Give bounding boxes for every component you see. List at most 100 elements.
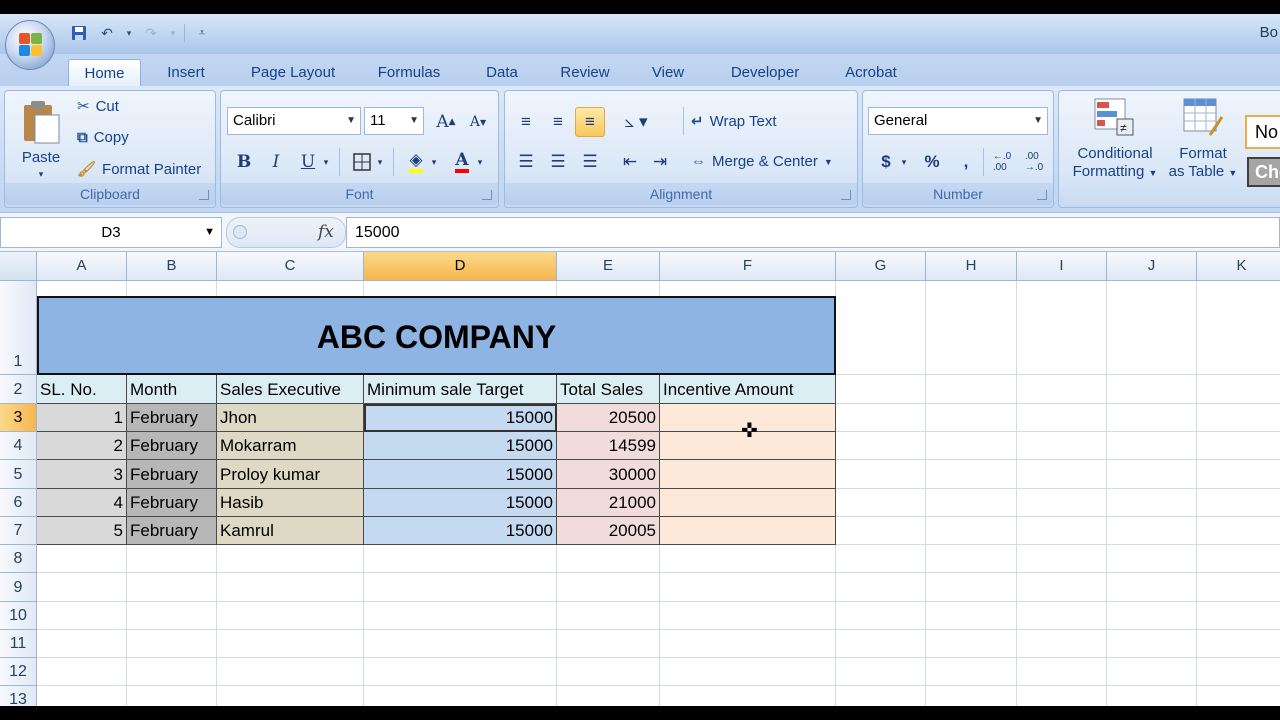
data-cell[interactable]: 20500	[557, 404, 660, 432]
column-header-g[interactable]: G	[836, 252, 926, 281]
data-cell[interactable]: 14599	[557, 432, 660, 460]
align-center-button[interactable]: ☰	[543, 147, 573, 177]
header-cell[interactable]: Minimum sale Target	[364, 375, 557, 404]
data-cell[interactable]: Hasib	[217, 489, 364, 517]
number-format-select[interactable]: General ▼	[868, 107, 1048, 135]
column-header-b[interactable]: B	[127, 252, 217, 281]
bold-button[interactable]: B	[229, 147, 259, 177]
data-cell[interactable]: February	[127, 404, 217, 432]
column-header-j[interactable]: J	[1107, 252, 1197, 281]
alignment-launcher-icon[interactable]	[841, 190, 851, 200]
merge-center-button[interactable]: ⇔ Merge & Center ▼	[691, 153, 833, 170]
style-check-cell[interactable]: Che	[1247, 157, 1280, 187]
row-header-5[interactable]: 5	[0, 460, 37, 489]
data-cell[interactable]: 1	[37, 404, 127, 432]
data-cell[interactable]: February	[127, 517, 217, 545]
row-header-4[interactable]: 4	[0, 432, 37, 460]
worksheet-grid[interactable]: ABCDEFGHIJK 1 2 3 4 5 6 7 8 9 10 11 12 13 ABC COMPAN…	[0, 252, 1280, 706]
shrink-font-button[interactable]: A ▼	[463, 107, 493, 137]
format-as-table-button[interactable]: Format as Table ▼	[1165, 97, 1241, 187]
data-cell[interactable]: 15000	[364, 460, 557, 489]
row-header-9[interactable]: 9	[0, 573, 37, 602]
increase-decimal-button[interactable]: ←.0.00	[987, 147, 1017, 177]
office-button[interactable]	[5, 20, 55, 70]
grow-font-button[interactable]: A ▲	[431, 107, 461, 137]
font-color-dropdown-icon[interactable]: ▾	[473, 147, 487, 177]
data-cell[interactable]: Mokarram	[217, 432, 364, 460]
data-cell[interactable]: 15000	[364, 432, 557, 460]
align-top-button[interactable]: ≡	[511, 107, 541, 137]
data-cell[interactable]: February	[127, 489, 217, 517]
row-header-7[interactable]: 7	[0, 517, 37, 545]
column-header-k[interactable]: K	[1197, 252, 1280, 281]
customize-qat-icon[interactable]: ⩡	[191, 22, 213, 44]
save-icon[interactable]	[68, 22, 90, 44]
tab-home[interactable]: Home	[68, 59, 141, 86]
clipboard-launcher-icon[interactable]	[199, 190, 209, 200]
formula-input[interactable]: 15000	[346, 217, 1280, 248]
row-header-12[interactable]: 12	[0, 658, 37, 686]
row-header-2[interactable]: 2	[0, 375, 37, 404]
row-header-1[interactable]: 1	[0, 281, 37, 375]
header-cell[interactable]: Month	[127, 375, 217, 404]
column-header-a[interactable]: A	[37, 252, 127, 281]
tab-acrobat[interactable]: Acrobat	[832, 59, 910, 86]
redo-dropdown-icon[interactable]: ▾	[168, 22, 178, 44]
fill-color-dropdown-icon[interactable]: ▾	[427, 147, 441, 177]
font-launcher-icon[interactable]	[482, 190, 492, 200]
data-cell[interactable]: February	[127, 460, 217, 489]
tab-formulas[interactable]: Formulas	[365, 59, 453, 86]
data-cell[interactable]: 5	[37, 517, 127, 545]
cut-button[interactable]: ✂ Cut	[77, 97, 119, 116]
column-header-h[interactable]: H	[926, 252, 1017, 281]
orientation-button[interactable]: ⦣ ▾	[615, 107, 657, 137]
row-header-3[interactable]: 3	[0, 404, 37, 432]
data-cell[interactable]	[660, 460, 836, 489]
header-cell[interactable]: Incentive Amount	[660, 375, 836, 404]
data-cell[interactable]: 21000	[557, 489, 660, 517]
column-header-f[interactable]: F	[660, 252, 836, 281]
data-cell[interactable]: 3	[37, 460, 127, 489]
align-middle-button[interactable]: ≡	[543, 107, 573, 137]
format-painter-button[interactable]: 🖌 Format Painter	[77, 160, 201, 179]
column-header-d[interactable]: D	[364, 252, 557, 281]
data-cell[interactable]	[660, 517, 836, 545]
borders-dropdown-icon[interactable]: ▾	[373, 147, 387, 177]
tab-insert[interactable]: Insert	[152, 59, 220, 86]
data-cell[interactable]: February	[127, 432, 217, 460]
wrap-text-button[interactable]: ↵ Wrap Text	[691, 112, 777, 131]
header-cell[interactable]: Sales Executive	[217, 375, 364, 404]
data-cell[interactable]	[660, 489, 836, 517]
data-cell[interactable]: 20005	[557, 517, 660, 545]
align-left-button[interactable]: ☰	[511, 147, 541, 177]
undo-dropdown-icon[interactable]: ▾	[124, 22, 134, 44]
tab-page-layout[interactable]: Page Layout	[238, 59, 348, 86]
data-cell[interactable]: 2	[37, 432, 127, 460]
data-cell[interactable]: Kamrul	[217, 517, 364, 545]
align-bottom-button[interactable]: ≡	[575, 107, 605, 137]
style-normal[interactable]: No	[1245, 115, 1280, 149]
redo-icon[interactable]: ↷	[140, 22, 162, 44]
percent-button[interactable]: %	[917, 147, 947, 177]
data-cell[interactable]: 15000	[364, 517, 557, 545]
row-header-11[interactable]: 11	[0, 630, 37, 658]
header-cell[interactable]: SL. No.	[37, 375, 127, 404]
select-all-button[interactable]	[0, 252, 37, 281]
tab-developer[interactable]: Developer	[716, 59, 814, 86]
row-header-6[interactable]: 6	[0, 489, 37, 517]
number-launcher-icon[interactable]	[1037, 190, 1047, 200]
tab-view[interactable]: View	[640, 59, 696, 86]
comma-button[interactable]: ,	[951, 147, 981, 177]
column-header-c[interactable]: C	[217, 252, 364, 281]
font-size-select[interactable]: 11 ▼	[364, 107, 424, 135]
header-cell[interactable]: Total Sales	[557, 375, 660, 404]
data-cell[interactable]: 4	[37, 489, 127, 517]
tab-data[interactable]: Data	[474, 59, 530, 86]
conditional-formatting-button[interactable]: ≠ Conditional Formatting ▼	[1065, 97, 1165, 187]
name-box[interactable]: D3 ▼	[0, 217, 222, 248]
align-right-button[interactable]: ☰	[575, 147, 605, 177]
undo-icon[interactable]: ↶	[96, 22, 118, 44]
italic-button[interactable]: I	[261, 147, 291, 177]
decrease-indent-button[interactable]: ⇤	[615, 147, 645, 177]
underline-dropdown-icon[interactable]: ▾	[319, 147, 333, 177]
